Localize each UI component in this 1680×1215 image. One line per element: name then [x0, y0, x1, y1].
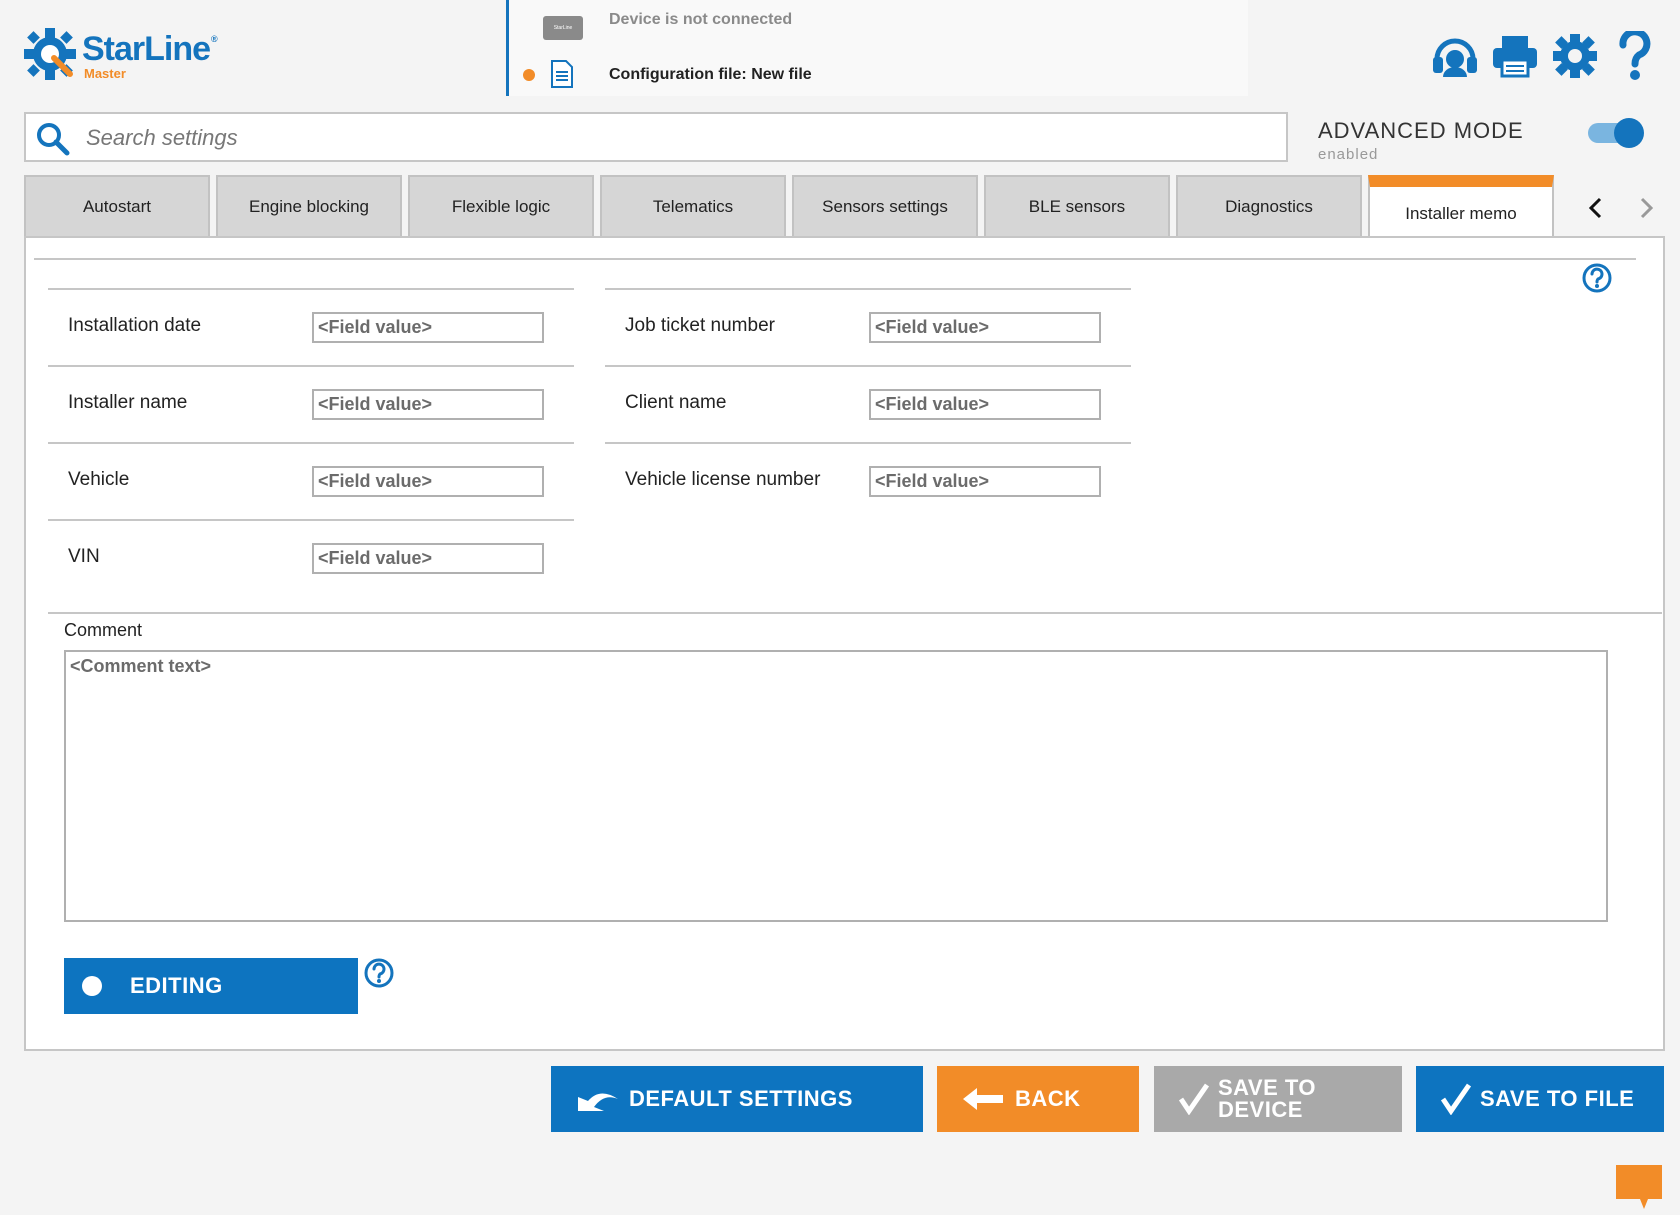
tabs-prev-button[interactable]: [1578, 190, 1614, 226]
default-settings-label: DEFAULT SETTINGS: [629, 1086, 853, 1111]
back-label: BACK: [1015, 1086, 1081, 1111]
radio-dot-icon: [82, 976, 102, 996]
search-icon: [37, 123, 70, 156]
save-to-file-label: SAVE TO FILE: [1480, 1086, 1635, 1111]
save-to-device-button[interactable]: SAVE TO DEVICE: [1154, 1066, 1402, 1132]
support-icon[interactable]: [1430, 30, 1480, 82]
checkmark-icon: [1438, 1079, 1474, 1119]
configuration-file-label: Configuration file: New file: [609, 66, 812, 83]
save-to-file-button[interactable]: SAVE TO FILE: [1416, 1066, 1664, 1132]
help-question-icon[interactable]: [1610, 30, 1660, 82]
divider: [48, 612, 1662, 614]
vehicle-row: Vehicle: [48, 442, 574, 519]
checkmark-icon: [1176, 1079, 1212, 1119]
tab-installer-memo[interactable]: Installer memo: [1368, 175, 1554, 237]
editing-help-button[interactable]: [364, 958, 394, 993]
brand-subtitle: Master: [84, 66, 126, 81]
help-button[interactable]: [1582, 263, 1612, 298]
settings-gear-icon[interactable]: [1550, 30, 1600, 82]
advanced-mode-toggle[interactable]: [1588, 118, 1644, 148]
comment-label: Comment: [64, 620, 143, 640]
undo-arrow-icon: [571, 1079, 623, 1119]
vin-input[interactable]: [312, 543, 544, 574]
vehicle-input[interactable]: [312, 466, 544, 497]
default-settings-button[interactable]: DEFAULT SETTINGS: [551, 1066, 923, 1132]
print-icon[interactable]: [1490, 30, 1540, 82]
arrow-left-icon: [957, 1079, 1009, 1119]
device-status: Device is not connected: [609, 11, 793, 28]
advanced-mode-state: enabled: [1318, 146, 1379, 163]
search-input[interactable]: [86, 120, 1266, 156]
document-icon: [551, 60, 573, 88]
installation-date-input[interactable]: [312, 312, 544, 343]
field-label: Client name: [625, 392, 727, 413]
divider: [34, 258, 1636, 260]
memo-fields-left: Installation date Installer name Vehicle…: [48, 288, 574, 596]
tab-ble-sensors[interactable]: BLE sensors: [984, 175, 1170, 236]
starline-gear-logo-icon: [24, 28, 76, 80]
chevron-right-icon: [1640, 197, 1654, 219]
field-label: Installer name: [68, 392, 188, 413]
field-label: Installation date: [68, 315, 202, 336]
tab-flexible-logic[interactable]: Flexible logic: [408, 175, 594, 236]
license-number-input[interactable]: [869, 466, 1101, 497]
settings-tabs: Autostart Engine blocking Flexible logic…: [24, 175, 1554, 237]
connection-status-panel: StarLine Device is not connected Configu…: [506, 0, 1248, 96]
installation-date-row: Installation date: [48, 288, 574, 365]
field-label: Job ticket number: [625, 315, 775, 336]
field-label: VIN: [68, 546, 100, 567]
back-button[interactable]: BACK: [937, 1066, 1139, 1132]
search-bar: [24, 112, 1288, 162]
save-to-device-label: SAVE TO DEVICE: [1218, 1075, 1317, 1122]
installer-memo-panel: Installation date Installer name Vehicle…: [24, 236, 1665, 1051]
unsaved-indicator: [523, 69, 535, 81]
editing-button[interactable]: EDITING: [64, 958, 358, 1014]
help-circle-icon: [1582, 263, 1612, 293]
comment-textarea[interactable]: [64, 650, 1608, 922]
help-circle-icon: [364, 958, 394, 988]
tab-telematics[interactable]: Telematics: [600, 175, 786, 236]
toggle-knob: [1614, 118, 1644, 148]
client-name-row: Client name: [605, 365, 1131, 442]
vin-row: VIN: [48, 519, 574, 596]
advanced-mode-title: ADVANCED MODE: [1318, 118, 1524, 143]
job-ticket-row: Job ticket number: [605, 288, 1131, 365]
installer-name-row: Installer name: [48, 365, 574, 442]
field-label: Vehicle license number: [625, 469, 821, 490]
tab-autostart[interactable]: Autostart: [24, 175, 210, 236]
tab-sensors-settings[interactable]: Sensors settings: [792, 175, 978, 236]
device-icon: StarLine: [543, 16, 583, 40]
tabs-next-button[interactable]: [1628, 190, 1664, 226]
memo-fields-right: Job ticket number Client name Vehicle li…: [605, 288, 1131, 519]
chevron-left-icon: [1588, 197, 1602, 219]
brand-name: StarLine®: [82, 30, 218, 68]
license-number-row: Vehicle license number: [605, 442, 1131, 519]
client-name-input[interactable]: [869, 389, 1101, 420]
tab-diagnostics[interactable]: Diagnostics: [1176, 175, 1362, 236]
job-ticket-input[interactable]: [869, 312, 1101, 343]
field-label: Vehicle: [68, 469, 130, 490]
starline-logo: StarLine® Master: [24, 26, 234, 82]
installer-name-input[interactable]: [312, 389, 544, 420]
tab-engine-blocking[interactable]: Engine blocking: [216, 175, 402, 236]
toolbar-icons: [1430, 30, 1660, 82]
chat-icon[interactable]: [1614, 1163, 1664, 1211]
editing-label: EDITING: [130, 973, 223, 998]
